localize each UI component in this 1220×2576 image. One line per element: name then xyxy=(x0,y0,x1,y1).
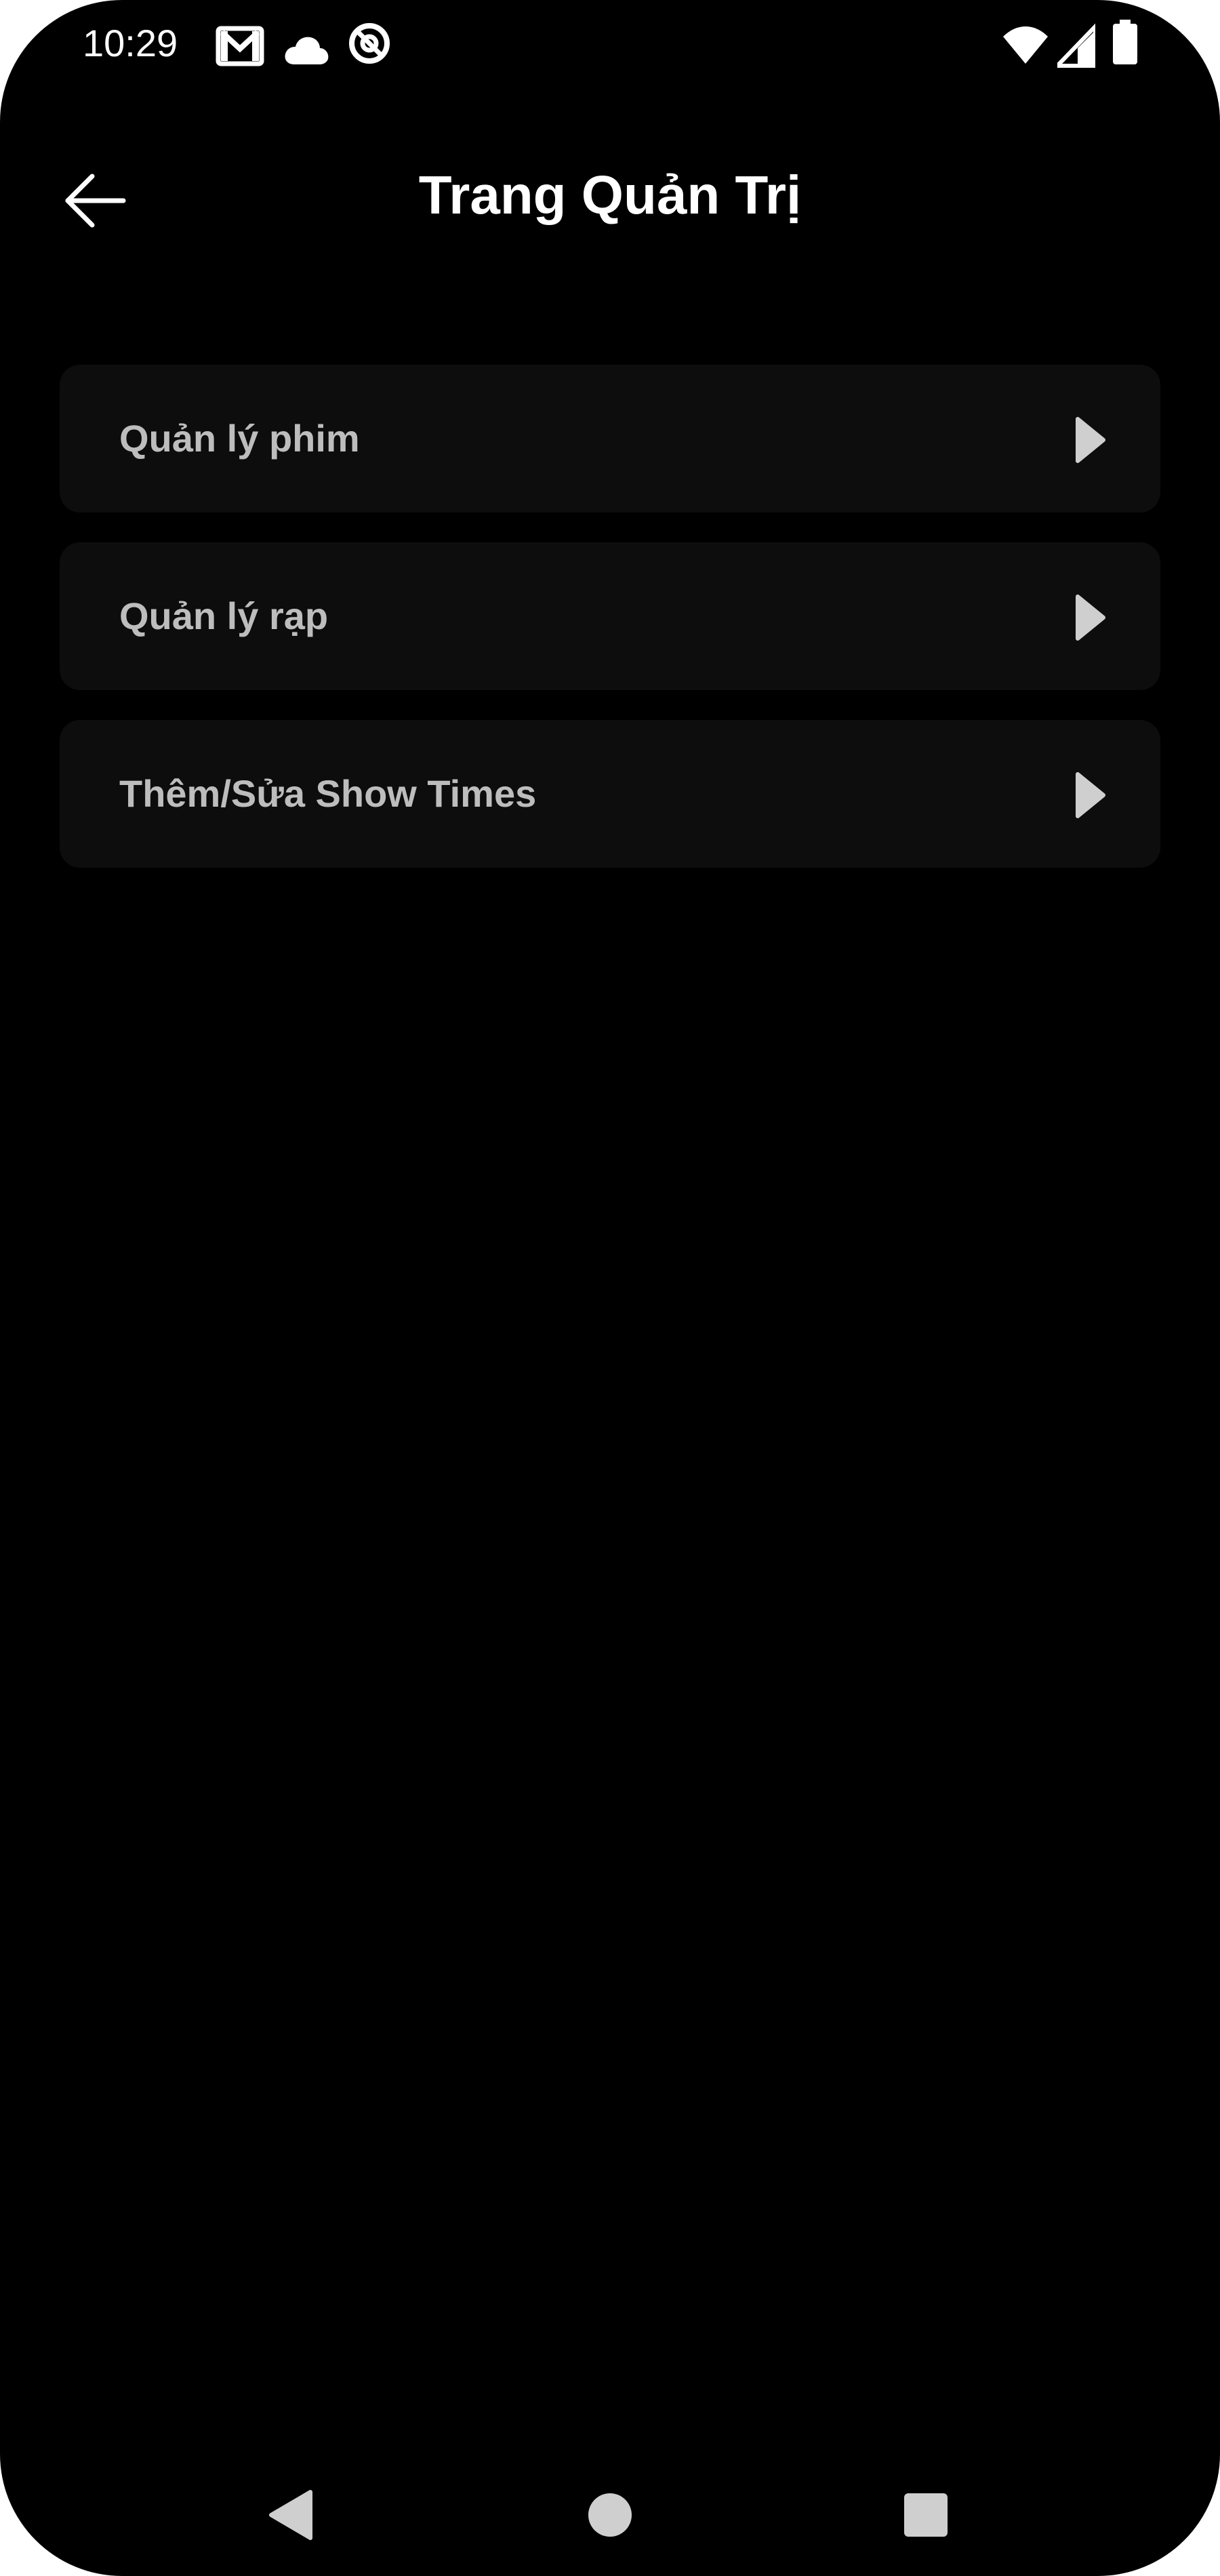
nav-recents-button[interactable] xyxy=(885,2474,967,2556)
at-sign-icon xyxy=(349,23,390,64)
status-bar: 10:29 xyxy=(0,0,1220,88)
menu-item-label: Thêm/Sửa Show Times xyxy=(119,772,537,815)
menu-item-label: Quản lý phim xyxy=(119,417,360,460)
signal-icon xyxy=(1057,23,1095,68)
nav-home-button[interactable] xyxy=(569,2474,651,2556)
wifi-icon xyxy=(1003,26,1048,64)
nav-back-icon xyxy=(269,2490,312,2540)
play-arrow-icon xyxy=(1076,772,1105,818)
nav-recents-icon xyxy=(904,2493,948,2537)
page-title: Trang Quản Trị xyxy=(418,165,802,225)
admin-menu-list: Quản lý phim Quản lý rạp Thêm/Sửa Show T… xyxy=(60,365,1160,898)
play-arrow-icon xyxy=(1076,417,1105,463)
nav-back-button[interactable] xyxy=(249,2474,331,2556)
menu-item-manage-movies[interactable]: Quản lý phim xyxy=(60,365,1160,512)
nav-home-icon xyxy=(588,2493,632,2537)
status-time: 10:29 xyxy=(83,22,178,64)
system-nav-bar xyxy=(0,2440,1220,2576)
app-bar: Trang Quản Trị xyxy=(0,136,1220,258)
battery-icon xyxy=(1113,20,1137,64)
menu-item-manage-theaters[interactable]: Quản lý rạp xyxy=(60,542,1160,690)
menu-item-label: Quản lý rạp xyxy=(119,595,329,637)
menu-item-show-times[interactable]: Thêm/Sửa Show Times xyxy=(60,720,1160,868)
cloud-icon xyxy=(285,37,329,64)
play-arrow-icon xyxy=(1076,595,1105,641)
gmail-icon xyxy=(216,26,264,66)
phone-screen: 10:29 Trang Quản Trị Quản lý phim Quản l… xyxy=(0,0,1220,2576)
